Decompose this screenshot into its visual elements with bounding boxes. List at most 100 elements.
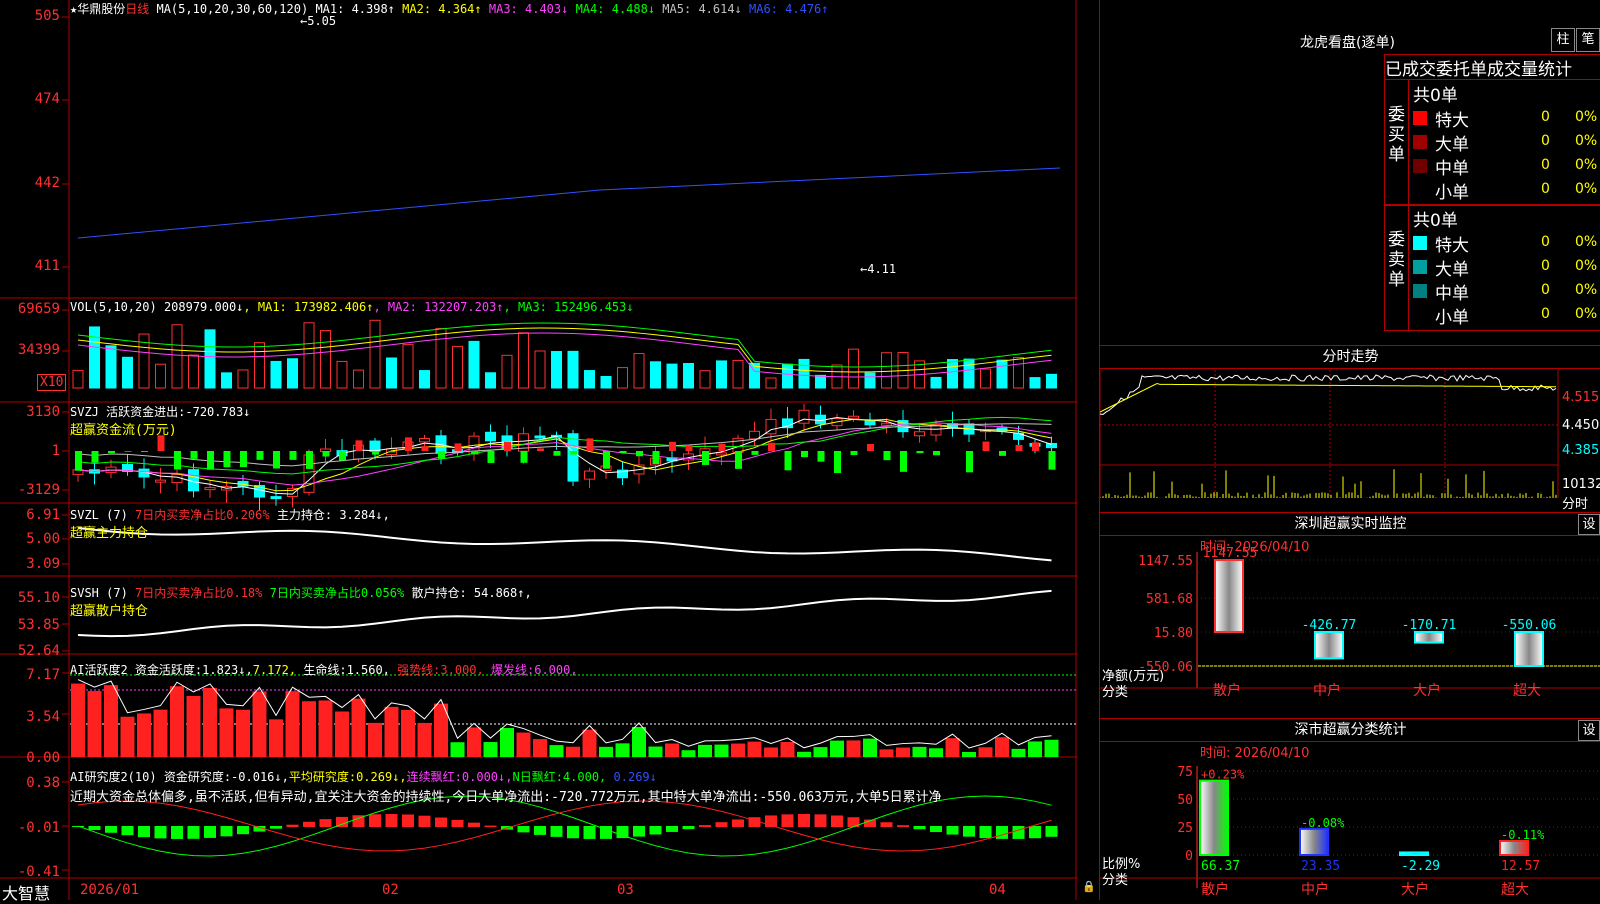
- intraday-chart[interactable]: [1100, 370, 1600, 510]
- activity-bar: [104, 685, 118, 757]
- volume-bar: [205, 330, 215, 388]
- order-type: 特大: [1435, 231, 1469, 256]
- activity-bar: [583, 730, 597, 757]
- research-bar: [468, 823, 480, 827]
- fs-ytick: 4.515: [1562, 390, 1599, 405]
- fund-flow-bar: [92, 451, 99, 463]
- order-row: 中单00%: [1411, 154, 1600, 176]
- fund-flow-bar: [306, 451, 313, 469]
- main-header: ★华鼎股份日线 MA(5,10,20,30,60,120) MA1: 4.398…: [70, 0, 829, 16]
- fund-flow-bar: [966, 451, 973, 472]
- activity-bar: [269, 719, 283, 757]
- volume-bar: [634, 354, 644, 388]
- szmon-category: 超大: [1513, 683, 1541, 699]
- fs-avg-line: [1100, 384, 1556, 413]
- activity-bar: [368, 723, 382, 757]
- fund-flow-bar: [867, 444, 874, 451]
- right-panel: 龙虎看盘(逐单) 柱 笔 已成交委托单成交量统计 委买单共0单特大00%大单00…: [1099, 0, 1600, 900]
- order-row: 大单00%: [1411, 255, 1600, 277]
- activity-bar: [1028, 741, 1042, 757]
- fs-price-line: [1100, 375, 1556, 414]
- period-label[interactable]: 日线: [125, 2, 149, 16]
- lock-icon[interactable]: 🔒: [1082, 880, 1096, 893]
- volume-bar: [436, 328, 446, 388]
- research-bar: [881, 822, 893, 827]
- szstat-ytick: 75: [1177, 765, 1193, 780]
- research-bar: [914, 826, 926, 829]
- fund-flow-bar: [719, 444, 726, 451]
- research-bar: [551, 826, 563, 837]
- order-color-swatch: [1413, 236, 1427, 250]
- candle-body: [156, 480, 166, 482]
- szmon-ylabel: 净额(万元): [1102, 669, 1164, 684]
- research-bar: [320, 819, 332, 827]
- chart-area[interactable]: ★华鼎股份日线 MA(5,10,20,30,60,120) MA1: 4.398…: [0, 0, 1077, 900]
- order-type: 小单: [1435, 303, 1469, 328]
- volume-bar: [354, 370, 364, 388]
- tick-view-button[interactable]: 笔: [1576, 28, 1600, 52]
- activity-bar: [121, 717, 135, 757]
- tab-volume-stats[interactable]: 成交量统计: [1487, 60, 1572, 80]
- research-bar: [815, 814, 827, 827]
- order-color-swatch: [1413, 308, 1427, 322]
- vol-ma-values: , MA1: 173982.406↑, MA2: 132207.203↑, MA…: [243, 300, 633, 314]
- candle-body: [915, 432, 925, 436]
- y-tick-ai2: -0.01: [0, 820, 60, 836]
- activity-bar: [896, 748, 910, 757]
- svzl-sub: 超赢主力持仓: [70, 522, 148, 541]
- candle-body: [585, 471, 595, 479]
- volume-bar: [271, 361, 281, 388]
- fund-flow-bar: [702, 451, 709, 465]
- stock-name[interactable]: ★华鼎股份: [70, 2, 125, 16]
- activity-bar: [946, 738, 960, 757]
- research-bar: [584, 826, 596, 839]
- fs-ytick: 4.385: [1562, 443, 1599, 458]
- szmon-bar: [1415, 632, 1443, 643]
- volume-bar: [849, 349, 859, 388]
- fs-titlebar: 分时走势: [1100, 345, 1600, 369]
- order-count-value: 0: [1541, 157, 1550, 173]
- bar-view-button[interactable]: 柱: [1551, 28, 1575, 52]
- research-bar: [666, 826, 678, 832]
- ai2-bv: 0.269↓,: [356, 770, 407, 784]
- svsh-p3: 散户持仓:: [411, 586, 466, 600]
- svsh-value: 54.868↑,: [474, 586, 532, 600]
- fund-flow-bar: [900, 451, 907, 472]
- order-row: 小单00%: [1411, 303, 1600, 325]
- ai2-d: N日飘红:: [512, 770, 562, 784]
- volume-bar: [189, 355, 199, 388]
- research-bar: [188, 826, 200, 839]
- research-bar: [963, 826, 975, 837]
- volume-bar: [387, 358, 397, 388]
- fund-flow-bar: [405, 437, 412, 451]
- app-logo[interactable]: 大智慧: [2, 880, 50, 904]
- fund-flow-bar: [834, 451, 841, 473]
- lhb-tabs: 已成交委托单成交量统计: [1384, 54, 1600, 80]
- tab-orders[interactable]: 委托单: [1436, 60, 1487, 80]
- fund-flow-bar: [653, 451, 660, 464]
- fund-flow-bar: [207, 451, 214, 470]
- szstat-ylabel: 比例%: [1102, 857, 1140, 872]
- research-bar: [270, 826, 282, 829]
- y-tick-ai2: 0.38: [0, 775, 60, 791]
- fund-flow-bar: [141, 451, 148, 452]
- activity-bar: [715, 745, 729, 757]
- order-type: 中单: [1435, 279, 1469, 304]
- candle-body: [189, 470, 199, 491]
- fund-flow-bar: [389, 451, 396, 452]
- research-bar: [782, 814, 794, 827]
- szmon-ytick: 581.68: [1146, 592, 1193, 607]
- y-tick-svzl: 5.00: [0, 531, 60, 547]
- candle-body: [486, 432, 496, 441]
- research-bar: [386, 814, 398, 827]
- ai2-a: 资金研究度:: [164, 770, 231, 784]
- y-tick-vol: 34399: [0, 342, 60, 358]
- svzl-p2: 主力持仓:: [277, 508, 332, 522]
- svsh-p2: 7日内买卖净占比0.056%: [270, 586, 405, 600]
- ma-values: MA1: 4.398↑ MA2: 4.364↑ MA3: 4.403↓ MA4:…: [315, 2, 828, 16]
- szmon-bar-value: -550.06: [1502, 618, 1557, 633]
- date-tick: 04: [989, 882, 1006, 898]
- svzj-desc: 活跃资金进出:: [106, 405, 185, 419]
- tab-filled[interactable]: 已成交: [1385, 60, 1436, 80]
- candle-body: [799, 410, 809, 423]
